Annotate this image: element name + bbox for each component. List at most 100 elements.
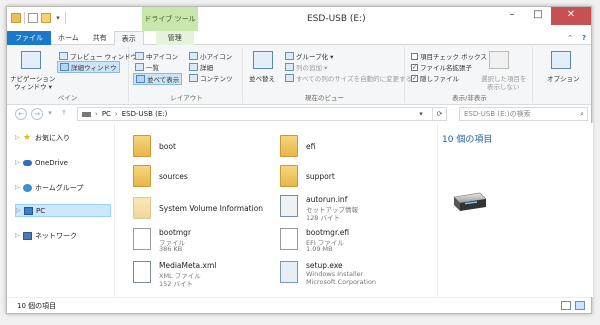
expand-icon[interactable]: ▷ — [15, 232, 20, 239]
nav-item-network[interactable]: ▷ ネットワーク — [15, 229, 111, 242]
folder-item-sources[interactable]: sources — [133, 163, 283, 193]
preview-pane-button[interactable]: プレビュー ウィンドウ — [59, 51, 137, 61]
sort-by-button[interactable]: 並べ替え — [249, 73, 275, 83]
tab-manage[interactable]: 管理 — [155, 31, 194, 45]
refresh-icon[interactable]: ⟳ — [432, 108, 446, 120]
expand-icon[interactable]: ▷ — [15, 159, 20, 166]
tab-share[interactable]: 共有 — [86, 31, 114, 45]
item-checkboxes-toggle[interactable]: 項目チェック ボックス — [411, 51, 487, 61]
search-input[interactable]: ESD-USB (E:)の検索 ⌕ — [459, 107, 588, 121]
details-pane: 10 個の項目 — [437, 123, 593, 297]
ribbon-tabs: ファイル ホーム 共有 表示 管理 ⌃ ? — [7, 31, 591, 45]
folder-item-efi[interactable]: efi — [280, 133, 430, 163]
expand-icon[interactable]: ▷ — [16, 207, 21, 214]
nav-item-favorites[interactable]: ▷ ★ お気に入り — [15, 131, 111, 144]
close-button[interactable]: ✕ — [551, 7, 591, 25]
size-columns-icon — [285, 74, 294, 82]
file-item-autorun-inf[interactable]: autorun.inf セットアップ情報 128 バイト — [280, 193, 430, 223]
medium-icons-button[interactable]: 中アイコン — [135, 51, 178, 61]
back-button[interactable]: ← — [15, 108, 27, 120]
minimize-button[interactable]: – — [499, 7, 525, 25]
hidden-folder-icon — [133, 197, 151, 219]
toolbar-separator — [65, 12, 66, 24]
content-view-button[interactable]: コンテンツ — [189, 73, 233, 83]
size-all-columns-label: すべての列のサイズを自動的に変更する — [296, 75, 413, 83]
nav-item-onedrive[interactable]: ▷ OneDrive — [15, 156, 111, 169]
file-name: setup.exe — [306, 261, 343, 270]
folder-item-boot[interactable]: boot — [133, 133, 283, 163]
hidden-items-toggle[interactable]: ✓ 隠しファイル — [411, 73, 459, 83]
hidden-items-checkbox[interactable]: ✓ — [411, 74, 418, 82]
file-size: 1.09 MB — [306, 245, 333, 253]
breadcrumb-drive[interactable]: ESD-USB (E:) — [122, 110, 168, 118]
file-name: System Volume Information — [159, 204, 264, 213]
file-item-bootmgr[interactable]: bootmgr ファイル 386 KB — [133, 226, 283, 256]
hide-selected-button[interactable]: 表示しない — [487, 81, 520, 91]
details-item-count: 10 個の項目 — [442, 135, 493, 145]
file-size: 128 バイト — [306, 214, 340, 222]
file-size: 386 KB — [159, 245, 183, 253]
navigation-pane-icon — [21, 51, 41, 69]
content-view-icon — [189, 74, 198, 82]
nav-item-homegroup[interactable]: ▷ ホームグループ — [15, 181, 111, 194]
file-name: autorun.inf — [306, 195, 348, 204]
view-switcher — [561, 301, 585, 310]
details-view-icon — [189, 63, 198, 71]
item-checkboxes-checkbox[interactable] — [411, 52, 418, 60]
file-icon — [280, 228, 298, 250]
add-columns-label: 列の追加 ▾ — [296, 64, 328, 72]
file-item-setup-exe[interactable]: setup.exe Windows Installer Microsoft Co… — [280, 259, 430, 289]
address-dropdown-icon[interactable]: ▾ — [414, 108, 428, 120]
nav-item-pc[interactable]: ▷ PC — [15, 204, 111, 217]
file-item-bootmgr-efi[interactable]: bootmgr.efi EFI ファイル 1.09 MB — [280, 226, 430, 256]
tab-view[interactable]: 表示 — [113, 31, 144, 45]
add-columns-button[interactable]: 列の追加 ▾ — [285, 62, 327, 72]
up-button[interactable]: ↑ — [58, 108, 70, 120]
details-view-button[interactable]: 詳細 — [189, 62, 213, 72]
new-folder-icon[interactable] — [41, 13, 51, 23]
file-extensions-toggle[interactable]: ✓ ファイル名拡張子 — [411, 62, 472, 72]
tab-file[interactable]: ファイル — [7, 31, 51, 45]
expand-icon[interactable]: ▷ — [15, 134, 20, 141]
preview-pane-label: プレビュー ウィンドウ — [70, 53, 138, 61]
address-field[interactable]: › PC › ESD-USB (E:) ▾ ⟳ — [77, 107, 447, 121]
file-name: efi — [306, 142, 316, 151]
help-icon[interactable]: ? — [577, 31, 591, 44]
file-type: Windows Installer — [306, 270, 364, 278]
large-icons-view-icon[interactable] — [575, 301, 585, 310]
customize-toolbar-icon[interactable]: ▾ — [54, 13, 62, 23]
collapse-ribbon-icon[interactable]: ⌃ — [563, 31, 577, 44]
group-by-button[interactable]: グループ化 ▾ — [285, 51, 333, 61]
recent-locations-button[interactable]: ▾ — [46, 108, 54, 120]
small-icons-button[interactable]: 小アイコン — [189, 51, 232, 61]
small-icons-icon — [189, 52, 198, 60]
toolbar-separator — [24, 12, 25, 24]
folder-icon — [133, 135, 151, 157]
tiles-icon — [136, 75, 145, 83]
maximize-button[interactable]: □ — [525, 7, 551, 25]
size-all-columns-button[interactable]: すべての列のサイズを自動的に変更する — [285, 73, 412, 83]
search-placeholder: ESD-USB (E:)の検索 — [464, 110, 531, 118]
breadcrumb-pc[interactable]: PC — [102, 110, 111, 118]
properties-icon[interactable] — [28, 13, 38, 23]
options-button[interactable]: オプション — [547, 73, 580, 83]
expand-icon[interactable]: ▷ — [15, 184, 20, 191]
search-icon[interactable]: ⌕ — [580, 108, 584, 120]
folder-item-support[interactable]: support — [280, 163, 430, 193]
tiles-button[interactable]: 並べて表示 — [133, 73, 183, 85]
star-icon: ★ — [23, 132, 32, 143]
navigation-pane-button[interactable]: ウィンドウ ▾ — [14, 81, 52, 91]
tab-home[interactable]: ホーム — [51, 31, 86, 45]
ribbon: ナビゲーション ウィンドウ ▾ プレビュー ウィンドウ 詳細ウィンドウ ペイン … — [7, 45, 591, 105]
group-by-icon — [285, 52, 294, 60]
file-name: MediaMeta.xml — [159, 261, 217, 270]
folder-item-system-volume-information[interactable]: System Volume Information — [133, 195, 283, 225]
forward-button[interactable]: → — [31, 108, 43, 120]
details-view-icon[interactable] — [561, 301, 571, 310]
list-button[interactable]: 一覧 — [135, 62, 159, 72]
file-extensions-checkbox[interactable]: ✓ — [411, 63, 418, 71]
file-item-mediameta-xml[interactable]: MediaMeta.xml XML ファイル 152 バイト — [133, 259, 283, 289]
address-bar-row: ← → ▾ ↑ › PC › ESD-USB (E:) ▾ ⟳ ESD-USB … — [7, 105, 591, 123]
details-pane-button[interactable]: 詳細ウィンドウ — [57, 61, 120, 73]
hidden-items-label: 隠しファイル — [420, 75, 459, 83]
